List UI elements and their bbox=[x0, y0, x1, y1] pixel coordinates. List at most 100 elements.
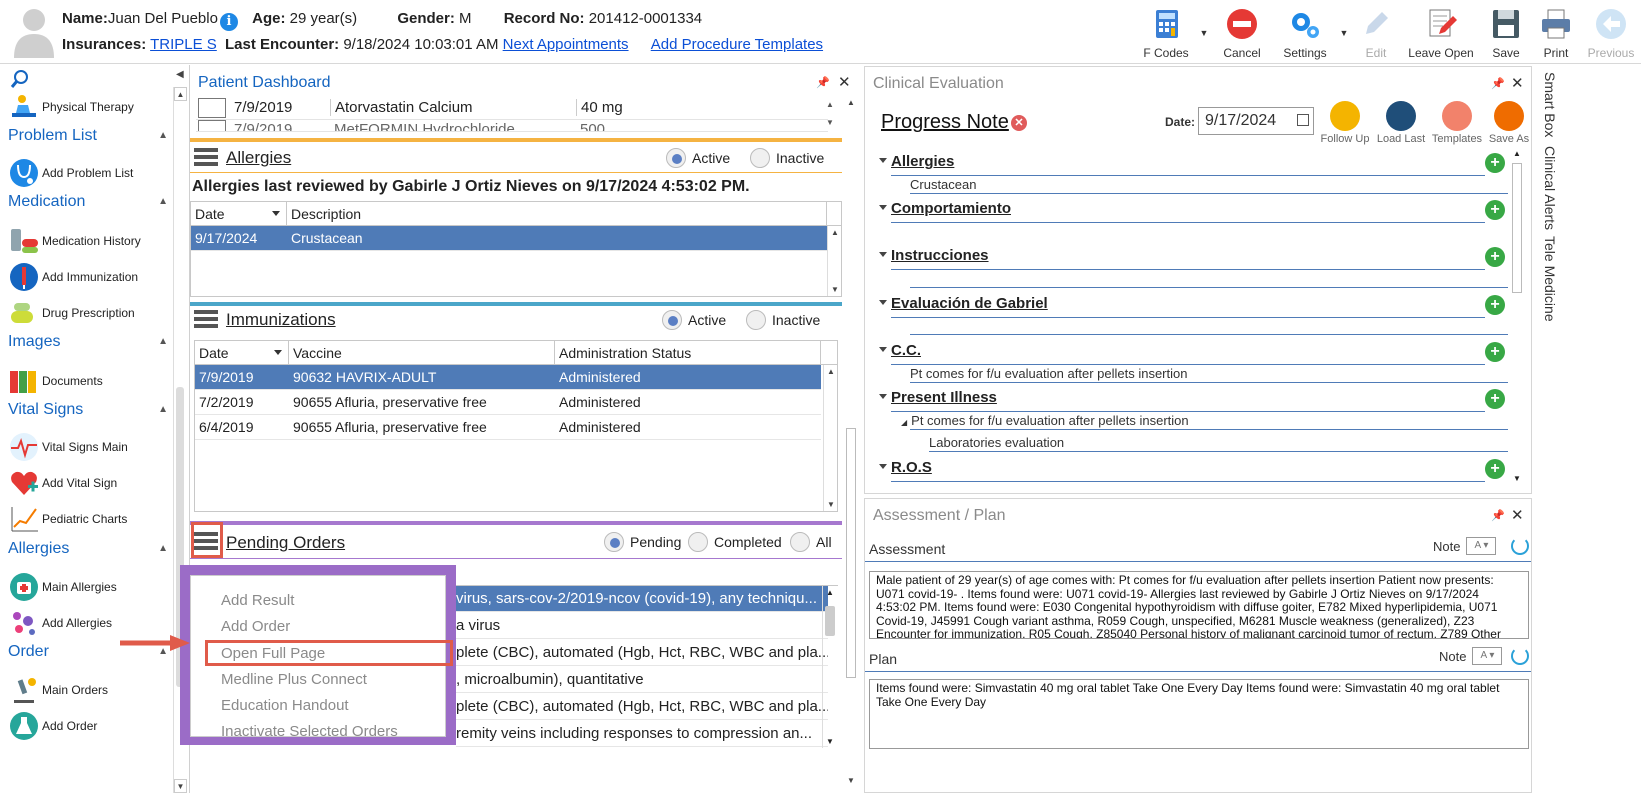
refresh-icon[interactable] bbox=[1511, 647, 1529, 665]
pending-radio[interactable]: Pending bbox=[604, 532, 681, 552]
medication-row[interactable]: 7/9/2019 MetFORMIN Hydrochloride 500 bbox=[196, 120, 828, 132]
pending-order-row[interactable]: virus, sars-cov-2/2019-ncov (covid-19), … bbox=[456, 586, 828, 612]
pending-order-row[interactable]: remity veins including responses to comp… bbox=[456, 721, 828, 747]
print-button[interactable]: Print bbox=[1531, 2, 1581, 62]
assessment-note-select[interactable]: Note A ▾ bbox=[1433, 537, 1497, 555]
allergies-inactive-radio[interactable]: Inactive bbox=[750, 148, 824, 168]
menu-item-inactivate-selected-orders[interactable]: Inactivate Selected Orders bbox=[221, 723, 398, 740]
column-header-date[interactable]: Date bbox=[191, 202, 287, 225]
assessment-textarea[interactable]: Male patient of 29 year(s) of age comes … bbox=[869, 571, 1529, 639]
sidebar-item-pediatric-charts[interactable]: Pediatric Charts bbox=[8, 503, 170, 535]
sidebar-item-physical-therapy[interactable]: Physical Therapy bbox=[8, 91, 170, 123]
refresh-icon[interactable] bbox=[1511, 537, 1529, 555]
load-last-button[interactable]: Load Last bbox=[1373, 101, 1429, 145]
sidebar-section-vital-signs[interactable]: Vital Signs ▲ bbox=[8, 401, 168, 419]
pending-order-row[interactable]: plete (CBC), automated (Hgb, Hct, RBC, W… bbox=[456, 640, 828, 666]
tab-clinical-alerts[interactable]: Clinical Alerts bbox=[1536, 146, 1558, 230]
insurance-link[interactable]: TRIPLE S bbox=[150, 36, 217, 53]
remove-note-icon[interactable]: ✕ bbox=[1011, 115, 1027, 131]
progress-note-title[interactable]: Progress Note bbox=[881, 111, 1009, 134]
pin-icon[interactable]: 📌 bbox=[1491, 509, 1505, 522]
clinical-scrollbar[interactable]: ▲ ▼ bbox=[1510, 149, 1524, 483]
immunizations-grid-scrollbar[interactable]: ▲ ▼ bbox=[823, 365, 837, 511]
medication-row[interactable]: 7/9/2019 Atorvastatin Calcium 40 mg bbox=[196, 96, 828, 120]
sidebar-item-medication-history[interactable]: Medication History bbox=[8, 225, 170, 257]
sidebar-item-add-immunization[interactable]: Add Immunization bbox=[8, 261, 170, 293]
menu-item-education-handout[interactable]: Education Handout bbox=[221, 697, 349, 714]
expand-icon[interactable] bbox=[879, 158, 887, 163]
medication-checkbox[interactable] bbox=[198, 120, 226, 131]
sidebar-item-documents[interactable]: Documents bbox=[8, 365, 170, 397]
pin-icon[interactable]: 📌 bbox=[816, 76, 830, 89]
dashboard-scrollbar[interactable]: ▲ ▼ bbox=[845, 98, 857, 788]
pending-orders-title[interactable]: Pending Orders bbox=[226, 533, 345, 553]
pin-icon[interactable]: 📌 bbox=[1491, 77, 1505, 90]
sidebar-item-vital-signs-main[interactable]: Vital Signs Main bbox=[8, 431, 170, 463]
add-present-illness-item-icon[interactable]: + bbox=[1485, 389, 1505, 409]
close-assessment-icon[interactable]: ✕ bbox=[1511, 506, 1524, 524]
allergies-grid-scrollbar[interactable]: ▲ ▼ bbox=[827, 226, 841, 296]
column-header-description[interactable]: Description bbox=[287, 202, 827, 225]
immunizations-menu-icon[interactable] bbox=[194, 310, 218, 332]
add-cc-item-icon[interactable]: + bbox=[1485, 342, 1505, 362]
save-button[interactable]: Save bbox=[1481, 2, 1531, 62]
save-as-button[interactable]: Save As bbox=[1481, 101, 1537, 145]
menu-item-add-result[interactable]: Add Result bbox=[221, 592, 294, 609]
sidebar-section-allergies[interactable]: Allergies ▲ bbox=[8, 540, 168, 558]
immunizations-active-radio[interactable]: Active bbox=[662, 310, 726, 330]
info-icon[interactable]: i bbox=[219, 13, 238, 31]
expand-icon[interactable] bbox=[879, 252, 887, 257]
pending-order-row[interactable]: a virus bbox=[456, 613, 828, 639]
medication-checkbox[interactable] bbox=[198, 97, 226, 118]
settings-button[interactable]: Settings bbox=[1273, 2, 1337, 62]
pending-order-row[interactable]: plete (CBC), automated (Hgb, Hct, RBC, W… bbox=[456, 694, 828, 720]
expand-icon[interactable] bbox=[879, 394, 887, 399]
menu-item-add-order[interactable]: Add Order bbox=[221, 618, 290, 635]
add-evaluacion-item-icon[interactable]: + bbox=[1485, 295, 1505, 315]
add-ros-item-icon[interactable]: + bbox=[1485, 459, 1505, 479]
fcodes-button[interactable]: F Codes bbox=[1135, 2, 1197, 62]
pending-orders-scrollbar[interactable]: ▲ ▼ bbox=[822, 586, 836, 748]
settings-dropdown-icon[interactable]: ▼ bbox=[1337, 2, 1351, 62]
table-row[interactable]: 7/2/2019 90655 Afluria, preservative fre… bbox=[195, 390, 821, 415]
sidebar-item-add-order[interactable]: Add Order bbox=[8, 710, 170, 742]
search-icon[interactable] bbox=[10, 69, 30, 89]
sidebar-section-problem-list[interactable]: Problem List ▲ bbox=[8, 127, 168, 145]
sidebar-item-main-orders[interactable]: Main Orders bbox=[8, 674, 170, 706]
add-procedure-templates-link[interactable]: Add Procedure Templates bbox=[651, 36, 823, 53]
present-illness-entry[interactable]: ◢ Pt comes for f/u evaluation after pelle… bbox=[901, 413, 1189, 428]
close-dashboard-icon[interactable]: ✕ bbox=[838, 73, 851, 91]
templates-button[interactable]: Templates bbox=[1429, 101, 1485, 145]
medication-scroll-down-icon[interactable]: ▼ bbox=[826, 118, 834, 127]
follow-up-button[interactable]: Follow Up bbox=[1317, 101, 1373, 145]
medication-scroll-up-icon[interactable]: ▲ bbox=[826, 100, 834, 109]
expand-icon[interactable] bbox=[879, 464, 887, 469]
all-radio[interactable]: All bbox=[790, 532, 832, 552]
fcodes-dropdown-icon[interactable]: ▼ bbox=[1197, 2, 1211, 62]
add-instrucciones-item-icon[interactable]: + bbox=[1485, 247, 1505, 267]
previous-button[interactable]: Previous bbox=[1581, 2, 1641, 62]
table-row[interactable]: 6/4/2019 90655 Afluria, preservative fre… bbox=[195, 415, 821, 440]
sidebar-section-images[interactable]: Images ▲ bbox=[8, 333, 168, 351]
expand-icon[interactable] bbox=[879, 300, 887, 305]
immunizations-inactive-radio[interactable]: Inactive bbox=[746, 310, 820, 330]
plan-textarea[interactable]: Items found were: Simvastatin 40 mg oral… bbox=[869, 679, 1529, 749]
menu-item-medline-plus-connect[interactable]: Medline Plus Connect bbox=[221, 671, 367, 688]
table-row[interactable]: 9/17/2024 Crustacean bbox=[191, 226, 827, 251]
completed-radio[interactable]: Completed bbox=[688, 532, 782, 552]
expand-icon[interactable] bbox=[879, 347, 887, 352]
add-comportamiento-item-icon[interactable]: + bbox=[1485, 200, 1505, 220]
allergies-title[interactable]: Allergies bbox=[226, 148, 291, 168]
column-header-date[interactable]: Date bbox=[195, 341, 289, 364]
note-date-field[interactable]: 9/17/2024 bbox=[1198, 107, 1314, 135]
calendar-icon[interactable] bbox=[1297, 114, 1309, 126]
table-row[interactable]: 7/9/2019 90632 HAVRIX-ADULT Administered bbox=[195, 365, 821, 390]
sidebar-item-main-allergies[interactable]: Main Allergies bbox=[8, 571, 170, 603]
sidebar-item-drug-prescription[interactable]: Drug Prescription bbox=[8, 297, 170, 329]
sidebar-item-add-vital-sign[interactable]: Add Vital Sign bbox=[8, 467, 170, 499]
tab-tele-medicine[interactable]: Tele Medicine bbox=[1536, 236, 1558, 322]
allergies-menu-icon[interactable] bbox=[194, 148, 218, 170]
edit-button[interactable]: Edit bbox=[1351, 2, 1401, 62]
expand-icon[interactable] bbox=[879, 205, 887, 210]
immunizations-title[interactable]: Immunizations bbox=[226, 310, 336, 330]
